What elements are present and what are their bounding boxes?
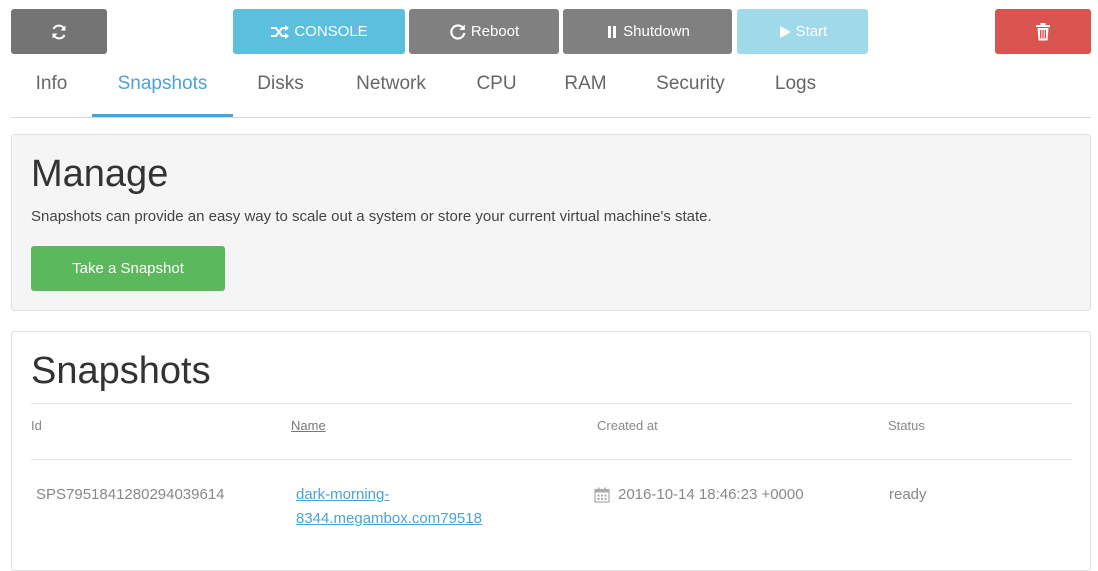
tab-snapshots[interactable]: Snapshots xyxy=(92,60,233,117)
snapshot-created: 2016-10-14 18:46:23 +0000 xyxy=(594,483,804,507)
toolbar: CONSOLE Reboot Shutdown Start xyxy=(0,9,1098,54)
take-snapshot-button[interactable]: Take a Snapshot xyxy=(31,246,225,291)
pause-icon xyxy=(605,25,619,39)
shutdown-button[interactable]: Shutdown xyxy=(563,9,732,54)
snapshots-title: Snapshots xyxy=(31,350,211,392)
calendar-icon xyxy=(594,487,610,503)
column-header-name[interactable]: Name xyxy=(291,418,326,433)
start-button[interactable]: Start xyxy=(737,9,868,54)
column-header-created: Created at xyxy=(597,418,658,433)
tab-logs[interactable]: Logs xyxy=(749,60,842,117)
manage-description: Snapshots can provide an easy way to sca… xyxy=(31,208,712,225)
column-header-status: Status xyxy=(888,418,925,433)
manage-panel: Manage Snapshots can provide an easy way… xyxy=(11,134,1091,311)
tab-bar: Info Snapshots Disks Network CPU RAM Sec… xyxy=(11,60,1091,118)
snapshot-name: dark-morning- 8344.megambox.com79518 xyxy=(296,483,482,531)
status-value: ready xyxy=(889,486,927,503)
shuffle-icon xyxy=(270,24,290,40)
column-header-id: Id xyxy=(31,418,42,433)
tab-info[interactable]: Info xyxy=(11,60,92,117)
table-divider xyxy=(31,403,1072,404)
shutdown-label: Shutdown xyxy=(623,23,690,40)
manage-title: Manage xyxy=(31,153,169,195)
snapshot-id: SPS7951841280294039614 xyxy=(36,486,225,503)
tab-security[interactable]: Security xyxy=(632,60,749,117)
table-divider xyxy=(31,459,1072,460)
start-label: Start xyxy=(795,23,828,40)
delete-button[interactable] xyxy=(995,9,1091,54)
refresh-icon xyxy=(50,23,68,41)
console-button[interactable]: CONSOLE xyxy=(233,9,405,54)
refresh-button[interactable] xyxy=(11,9,107,54)
tab-ram[interactable]: RAM xyxy=(539,60,632,117)
play-icon xyxy=(778,25,792,39)
tab-disks[interactable]: Disks xyxy=(233,60,328,117)
reboot-button[interactable]: Reboot xyxy=(409,9,559,54)
trash-icon xyxy=(1035,22,1051,41)
tab-network[interactable]: Network xyxy=(328,60,454,117)
reboot-icon xyxy=(449,23,467,41)
created-at-value: 2016-10-14 18:46:23 +0000 xyxy=(618,486,804,503)
reboot-label: Reboot xyxy=(470,23,520,40)
snapshots-panel: Snapshots Id Name Created at Status SPS7… xyxy=(11,331,1091,571)
tab-cpu[interactable]: CPU xyxy=(454,60,539,117)
console-label: CONSOLE xyxy=(294,23,368,40)
snapshot-name-link[interactable]: dark-morning- 8344.megambox.com79518 xyxy=(296,486,482,527)
